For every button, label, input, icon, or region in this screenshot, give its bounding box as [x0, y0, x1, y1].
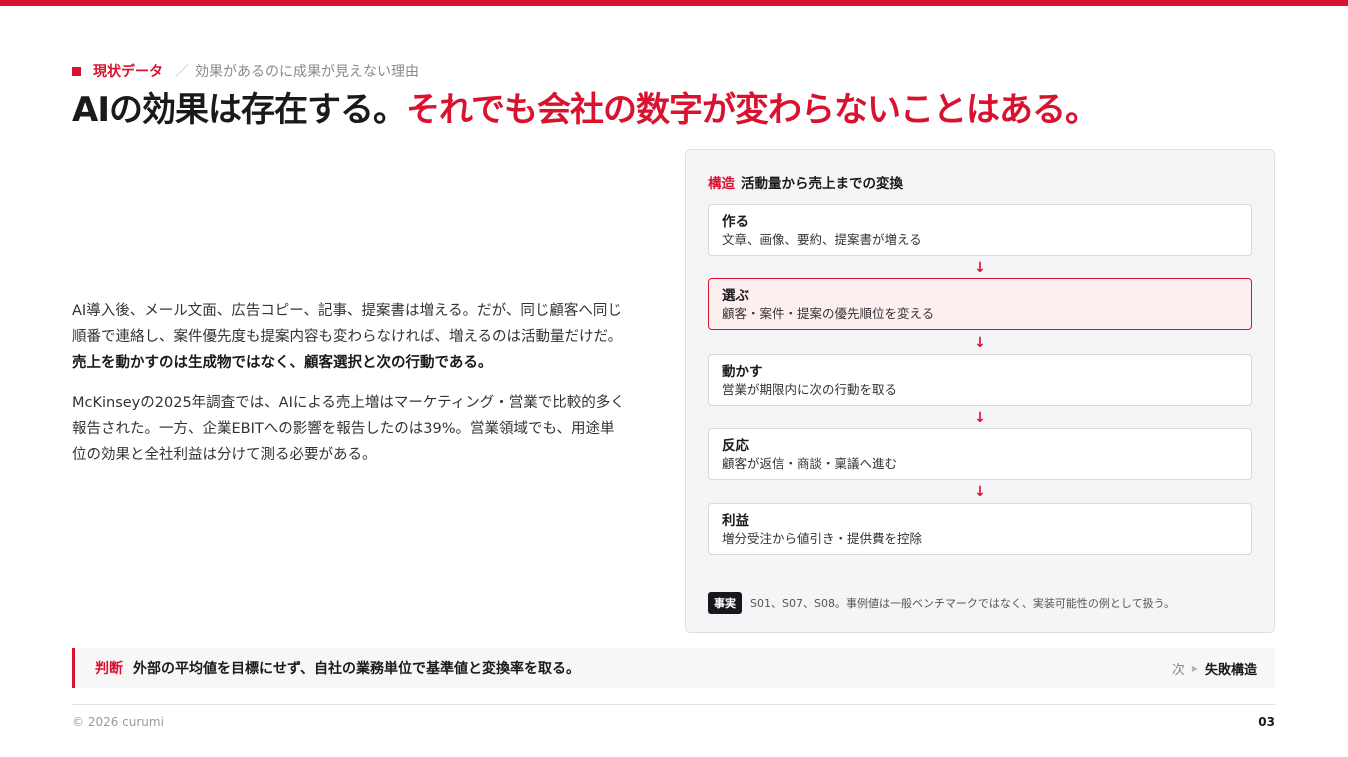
p1-line-1: AI導入後、メール文面、広告コピー、記事、提案書は増える。だが、同じ顧客へ同じ [72, 303, 622, 319]
step-title: 作る [722, 214, 749, 230]
page-title: AIの効果は存在する。それでも会社の数字が変わらないことはある。 [72, 88, 1099, 132]
p1-line-2: 順番で連絡し、案件優先度も提案内容も変わらなければ、増えるのは活動量だけだ。 [72, 329, 623, 345]
footer-divider [72, 704, 1275, 705]
eyebrow-separator: ／ [175, 64, 189, 80]
triangle-right-icon: ▶ [1191, 663, 1198, 673]
paragraph-1: AI導入後、メール文面、広告コピー、記事、提案書は増える。だが、同じ顧客へ同じ … [72, 298, 662, 376]
step-choose: 選ぶ 顧客・案件・提案の優先順位を変える [708, 278, 1252, 330]
square-bullet-icon [72, 66, 81, 76]
step-title: 利益 [722, 513, 749, 529]
title-part-1: AIの効果は存在する。 [72, 90, 407, 130]
down-arrow-icon: ↓ [974, 410, 986, 426]
top-accent-bar [0, 0, 1348, 6]
step-desc: 文章、画像、要約、提案書が増える [722, 232, 922, 247]
step-desc: 顧客・案件・提案の優先順位を変える [722, 306, 935, 321]
step-desc: 顧客が返信・商談・稟議へ進む [722, 456, 898, 471]
step-profit: 利益 増分受注から値引き・提供費を控除 [708, 503, 1252, 555]
eyebrow: 現状データ ／ 効果があるのに成果が見えない理由 [72, 61, 419, 81]
step-make: 作る 文章、画像、要約、提案書が増える [708, 204, 1252, 256]
step-title: 反応 [722, 438, 749, 454]
section-subtitle: 効果があるのに成果が見えない理由 [195, 64, 419, 80]
judgment-label: 判断 [95, 661, 123, 677]
structure-panel: 構造 活動量から売上までの変換 作る 文章、画像、要約、提案書が増える ↓ 選ぶ … [685, 149, 1275, 633]
down-arrow-icon: ↓ [974, 484, 986, 500]
step-move: 動かす 営業が期限内に次の行動を取る [708, 354, 1252, 406]
next-label: 次 [1171, 662, 1185, 678]
page-number: 03 [1258, 715, 1275, 729]
body-text: AI導入後、メール文面、広告コピー、記事、提案書は増える。だが、同じ顧客へ同じ … [72, 298, 662, 482]
step-title: 動かす [722, 364, 763, 380]
panel-keyword: 構造 [708, 176, 735, 192]
step-response: 反応 顧客が返信・商談・稟議へ進む [708, 428, 1252, 480]
p1-emphasis: 売上を動かすのは生成物ではなく、顧客選択と次の行動である。 [72, 355, 493, 371]
step-desc: 営業が期限内に次の行動を取る [722, 382, 898, 397]
panel-title: 構造 活動量から売上までの変換 [708, 172, 903, 192]
fact-badge: 事実 [708, 592, 742, 614]
copyright: © 2026 curumi [72, 715, 164, 729]
next-section-title: 失敗構造 [1204, 662, 1257, 678]
p2-line-3: 位の効果と全社利益は分けて測る必要がある。 [72, 447, 377, 463]
title-part-2: それでも会社の数字が変わらないことはある。 [405, 90, 1099, 130]
judgment-text: 外部の平均値を目標にせず、自社の業務単位で基準値と変換率を取る。 [133, 661, 581, 677]
down-arrow-icon: ↓ [974, 260, 986, 276]
panel-title-text: 活動量から売上までの変換 [741, 176, 903, 192]
p2-line-1: McKinseyの2025年調査では、AIによる売上増はマーケティング・営業で比… [72, 395, 625, 411]
section-tag: 現状データ [93, 64, 163, 80]
step-title: 選ぶ [722, 288, 749, 304]
next-section-link[interactable]: 次 ▶ 失敗構造 [1172, 648, 1257, 688]
step-desc: 増分受注から値引き・提供費を控除 [722, 531, 923, 546]
down-arrow-icon: ↓ [974, 335, 986, 351]
p2-line-2: 報告された。一方、企業EBITへの影響を報告したのは39%。営業領域でも、用途単 [72, 421, 615, 437]
paragraph-2: McKinseyの2025年調査では、AIによる売上増はマーケティング・営業で比… [72, 390, 662, 468]
fact-note: 事実 S01、S07、S08。事例値は一般ベンチマークではなく、実装可能性の例と… [708, 592, 1175, 614]
judgment-bar: 判断 外部の平均値を目標にせず、自社の業務単位で基準値と変換率を取る。 次 ▶ … [72, 648, 1275, 688]
fact-text: S01、S07、S08。事例値は一般ベンチマークではなく、実装可能性の例として扱… [750, 597, 1175, 610]
